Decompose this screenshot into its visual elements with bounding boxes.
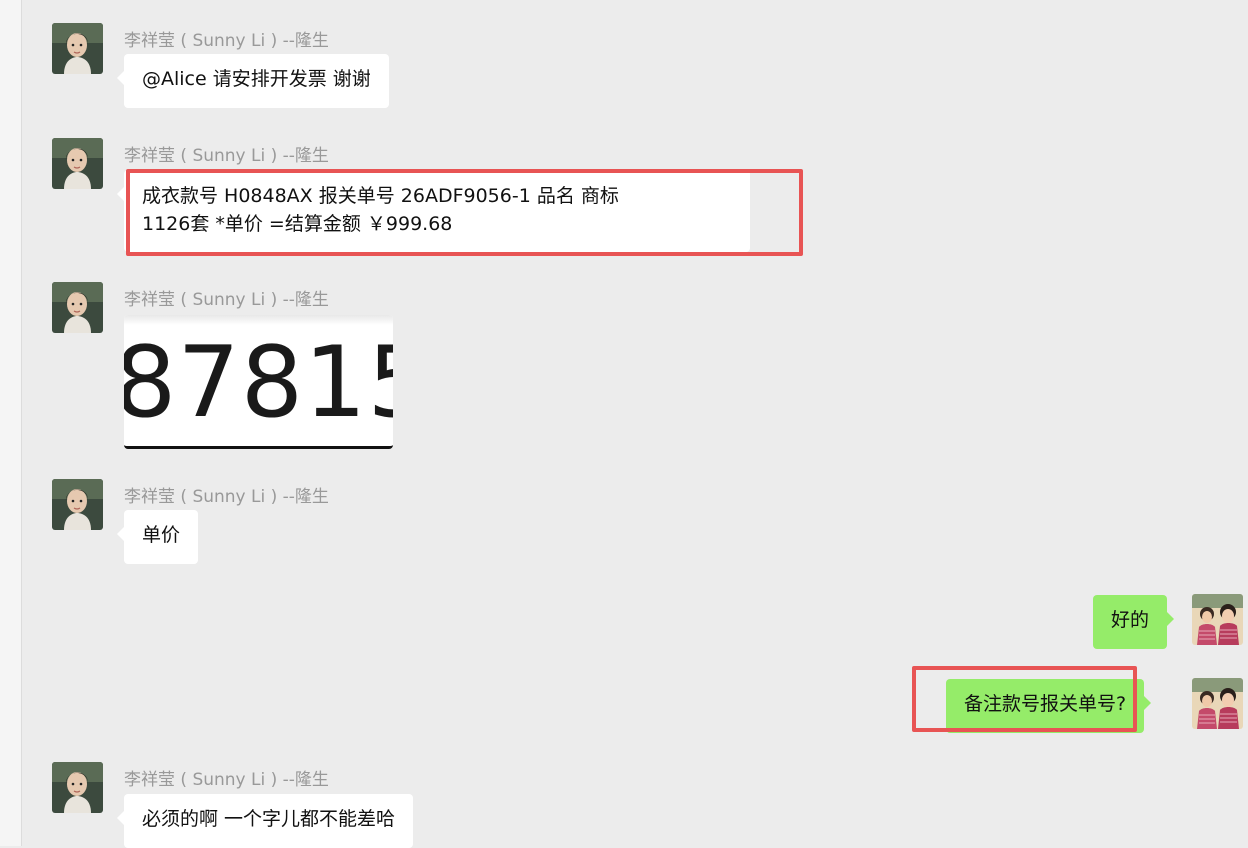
woman-portrait-icon xyxy=(52,282,103,333)
message-line: 成衣款号 H0848AX 报关单号 26ADF9056-1 品名 商标 xyxy=(142,185,619,207)
message-line: 1126套 *单价 =结算金额 ￥999.68 xyxy=(142,213,453,235)
conversation-list-edge xyxy=(0,0,22,846)
own-message-bubble[interactable]: 好的 xyxy=(1093,595,1175,649)
image-message[interactable]: 878152 xyxy=(124,315,393,449)
image-number-text: 878152 xyxy=(124,326,393,440)
own-avatar[interactable] xyxy=(1192,594,1243,645)
sender-avatar[interactable] xyxy=(52,479,103,530)
message-bubble[interactable]: 必须的啊 一个字儿都不能差哈 xyxy=(116,794,414,848)
own-avatar[interactable] xyxy=(1192,678,1243,729)
sender-avatar[interactable] xyxy=(52,23,103,74)
sender-name: 李祥莹 ( Sunny Li ) --隆生 xyxy=(124,146,329,166)
sender-name: 李祥莹 ( Sunny Li ) --隆生 xyxy=(124,31,329,51)
image-top-edge xyxy=(124,315,393,325)
sender-name: 李祥莹 ( Sunny Li ) --隆生 xyxy=(124,487,329,507)
message-bubble[interactable]: @Alice 请安排开发票 谢谢 xyxy=(117,54,389,108)
kids-photo-icon xyxy=(1192,678,1243,729)
kids-photo-icon xyxy=(1192,594,1243,645)
message-bubble[interactable]: 单价 xyxy=(116,510,199,564)
woman-portrait-icon xyxy=(52,479,103,530)
sender-name: 李祥莹 ( Sunny Li ) --隆生 xyxy=(124,770,329,790)
own-message-bubble[interactable]: 备注款号报关单号? xyxy=(946,679,1152,733)
sender-avatar[interactable] xyxy=(52,138,103,189)
woman-portrait-icon xyxy=(52,138,103,189)
sender-name: 李祥莹 ( Sunny Li ) --隆生 xyxy=(124,290,329,310)
sender-avatar[interactable] xyxy=(52,762,103,813)
message-bubble[interactable]: 成衣款号 H0848AX 报关单号 26ADF9056-1 品名 商标 1126… xyxy=(117,170,750,252)
sender-avatar[interactable] xyxy=(52,282,103,333)
woman-portrait-icon xyxy=(52,23,103,74)
woman-portrait-icon xyxy=(52,762,103,813)
